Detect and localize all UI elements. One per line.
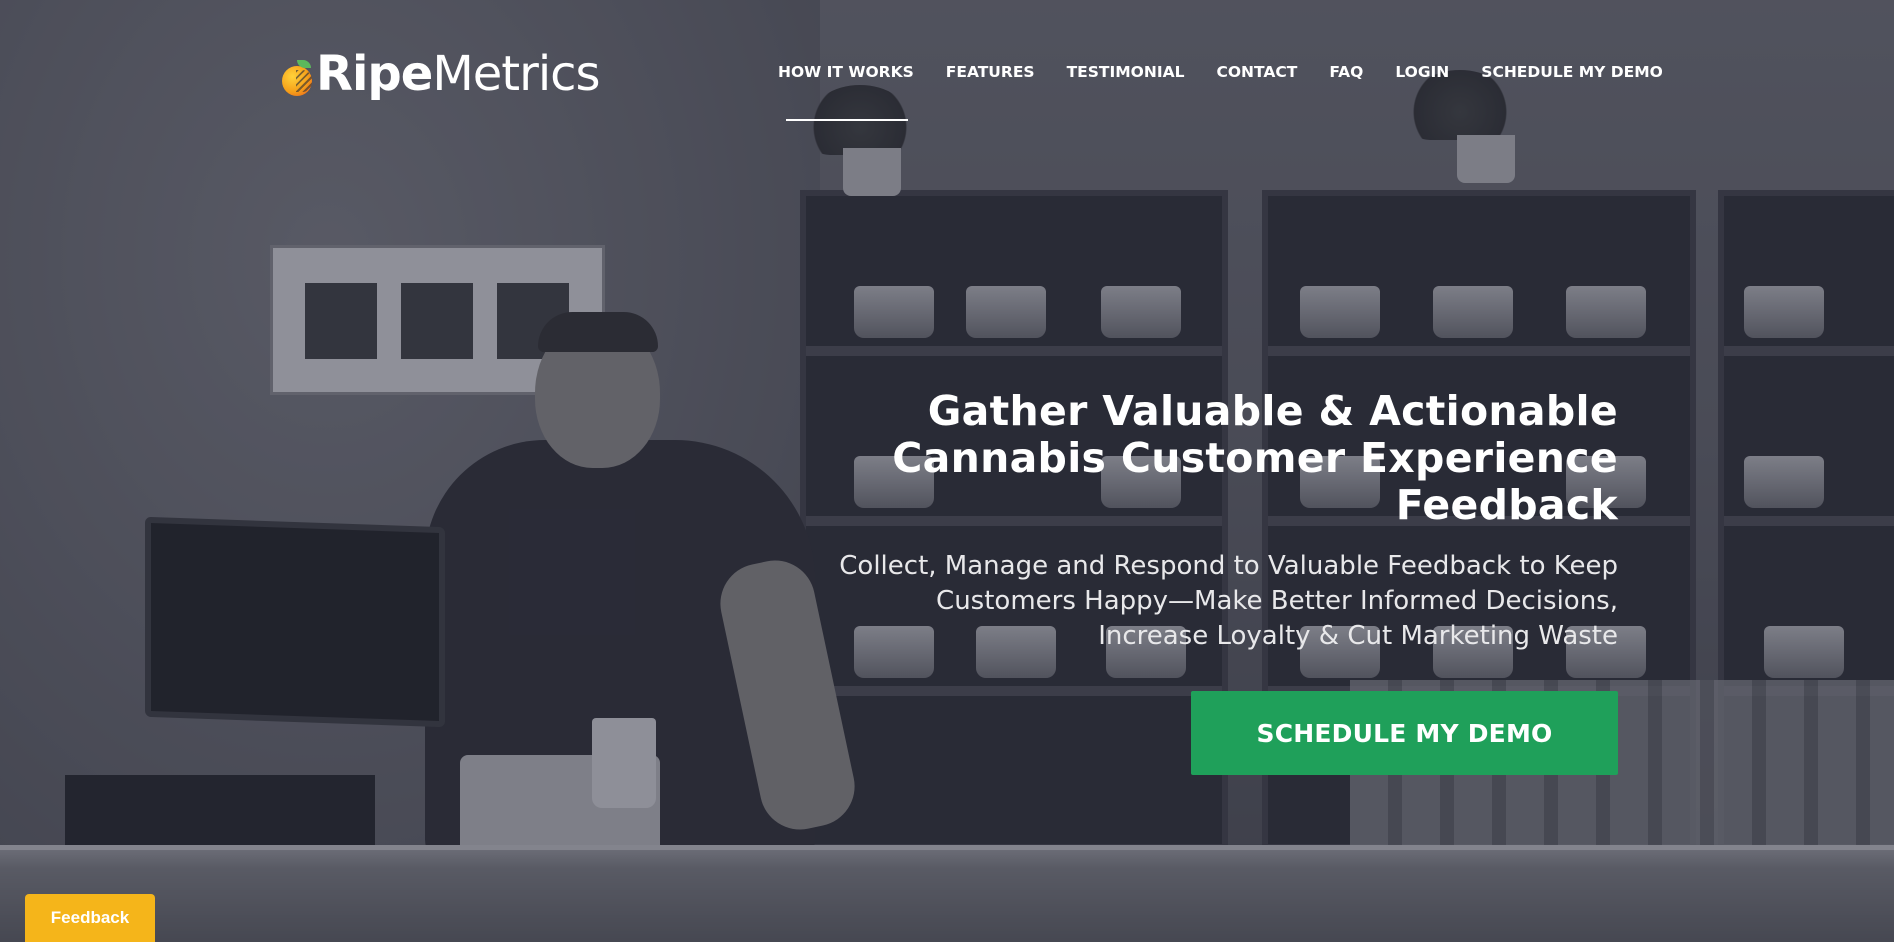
feedback-tab-button[interactable]: Feedback	[25, 894, 155, 942]
headline-line: Cannabis Customer Experience	[892, 434, 1618, 482]
logo-wordmark: RipeMetrics	[316, 46, 601, 102]
nav-login[interactable]: LOGIN	[1395, 63, 1449, 81]
nav-contact[interactable]: CONTACT	[1216, 63, 1297, 81]
subhead-line: Increase Loyalty & Cut Marketing Waste	[1098, 621, 1618, 651]
main-nav: HOW IT WORKS FEATURES TESTIMONIAL CONTAC…	[778, 63, 1663, 121]
nav-how-it-works[interactable]: HOW IT WORKS	[778, 63, 914, 121]
subhead-line: Customers Happy—Make Better Informed Dec…	[936, 586, 1618, 616]
subhead-line: Collect, Manage and Respond to Valuable …	[839, 551, 1618, 581]
schedule-demo-button[interactable]: SCHEDULE MY DEMO	[1191, 691, 1618, 775]
nav-testimonial[interactable]: TESTIMONIAL	[1067, 63, 1185, 81]
hero-headline: Gather Valuable & Actionable Cannabis Cu…	[718, 388, 1618, 529]
ripe-fruit-logo-icon	[280, 60, 314, 96]
nav-schedule-my-demo[interactable]: SCHEDULE MY DEMO	[1481, 63, 1663, 81]
logo-text-light: Metrics	[432, 46, 600, 102]
logo-text-bold: Ripe	[316, 46, 433, 102]
nav-features[interactable]: FEATURES	[946, 63, 1035, 81]
hero-content: Gather Valuable & Actionable Cannabis Cu…	[718, 388, 1618, 654]
headline-line: Gather Valuable & Actionable	[927, 387, 1618, 435]
ripemetrics-logo[interactable]: RipeMetrics	[280, 46, 601, 102]
hero-subheadline: Collect, Manage and Respond to Valuable …	[718, 549, 1618, 654]
nav-faq[interactable]: FAQ	[1329, 63, 1363, 81]
headline-line: Feedback	[1395, 481, 1618, 529]
